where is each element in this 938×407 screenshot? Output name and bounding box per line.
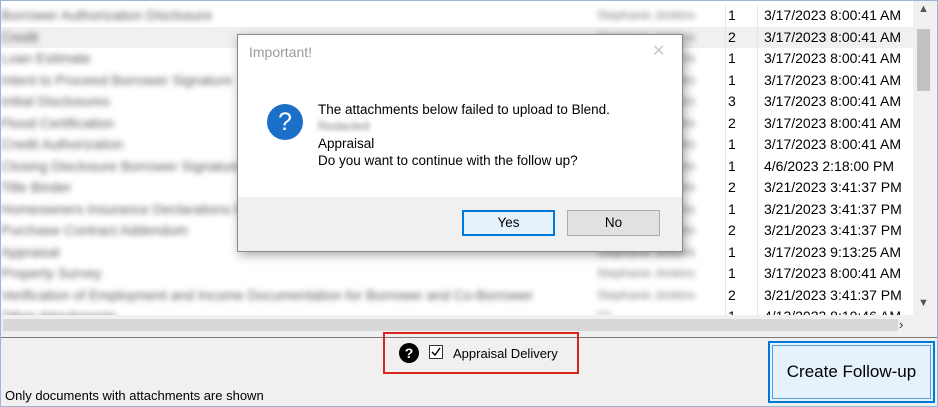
count-cell: 2	[725, 284, 758, 306]
document-name-cell: Property Survey	[1, 265, 102, 281]
scroll-up-arrow-icon[interactable]: ▲	[918, 3, 929, 15]
date-cell: 4/13/2023 8:10:46 AM	[757, 306, 913, 315]
dialog-message-line4: Do you want to continue with the follow …	[318, 153, 578, 168]
follow-up-window: Borrower Authorization Disclosure Stephan…	[0, 0, 938, 407]
count-cell: 1	[725, 241, 758, 263]
vertical-scroll-thumb[interactable]	[917, 29, 930, 91]
scroll-right-arrow-icon[interactable]: ›	[899, 317, 903, 332]
table-row[interactable]: Property Survey Stephanie Jenkins 1 3/17/20…	[1, 263, 913, 285]
user-cell: Stephanie Jenkins	[597, 266, 696, 280]
date-cell: 3/17/2023 8:00:41 AM	[757, 26, 913, 48]
create-button-focus-ring	[772, 345, 931, 399]
attachments-note: Only documents with attachments are show…	[5, 388, 264, 403]
count-cell: 1	[725, 48, 758, 70]
count-cell: 1	[725, 263, 758, 285]
date-cell: 4/6/2023 2:18:00 PM	[757, 155, 913, 177]
count-cell: 1	[725, 306, 758, 315]
horizontal-scroll-thumb[interactable]	[3, 319, 898, 331]
vertical-scrollbar[interactable]: ▲ ▼	[913, 1, 935, 315]
date-cell: 3/17/2023 8:00:41 AM	[757, 263, 913, 285]
dialog-message-line3: Appraisal	[318, 136, 375, 151]
question-icon: ?	[267, 104, 303, 140]
date-cell: 3/17/2023 9:13:25 AM	[757, 241, 913, 263]
dialog-title: Important!	[249, 44, 313, 60]
count-cell: 1	[725, 155, 758, 177]
document-name-cell: Other Attachments	[1, 306, 589, 315]
dialog-message-line1: The attachments below failed to upload t…	[318, 102, 610, 117]
important-dialog: Important! ✕ ? The attachments below fai…	[237, 34, 683, 252]
date-cell: 3/17/2023 8:00:41 AM	[757, 134, 913, 156]
count-cell: 2	[725, 112, 758, 134]
dialog-blurred-item: Redacted	[318, 119, 370, 133]
table-row[interactable]: Borrower Authorization Disclosure Stephan…	[1, 5, 913, 27]
scroll-down-arrow-icon[interactable]: ▼	[918, 297, 929, 309]
appraisal-delivery-checkbox[interactable]	[429, 345, 443, 359]
user-cell: Stephanie Jenkins	[597, 287, 696, 302]
count-cell: 2	[725, 177, 758, 199]
count-cell: 1	[725, 69, 758, 91]
count-cell: 3	[725, 91, 758, 113]
table-row[interactable]: Other Attachments *** 14/13/2023 8:10:46 A…	[1, 306, 913, 315]
count-cell: 1	[725, 198, 758, 220]
checkmark-icon	[431, 347, 441, 357]
table-row[interactable]: Verification of Employment and Income Do…	[1, 284, 913, 306]
close-icon[interactable]: ✕	[652, 41, 665, 61]
document-name-cell: Borrower Authorization Disclosure	[1, 7, 212, 23]
count-cell: 1	[725, 5, 758, 27]
user-cell: Stephanie Jenkins	[597, 8, 696, 22]
appraisal-delivery-label[interactable]: Appraisal Delivery	[453, 346, 558, 361]
date-cell: 3/17/2023 8:00:41 AM	[757, 48, 913, 70]
count-cell: 1	[725, 134, 758, 156]
dialog-button-bar: Yes No	[238, 197, 682, 251]
date-cell: 3/21/2023 3:41:37 PM	[757, 198, 913, 220]
no-button[interactable]: No	[567, 210, 660, 236]
count-cell: 2	[725, 220, 758, 242]
date-cell: 3/17/2023 8:00:41 AM	[757, 112, 913, 134]
date-cell: 3/17/2023 8:00:41 AM	[757, 69, 913, 91]
create-follow-up-button[interactable]: Create Follow-up	[768, 341, 935, 403]
yes-button[interactable]: Yes	[462, 210, 555, 236]
user-cell: ***	[597, 306, 709, 315]
date-cell: 3/17/2023 8:00:41 AM	[757, 91, 913, 113]
count-cell: 2	[725, 26, 758, 48]
help-icon[interactable]: ?	[399, 343, 419, 363]
date-cell: 3/17/2023 8:00:41 AM	[757, 5, 913, 27]
document-name-cell: Verification of Employment and Income Do…	[1, 286, 534, 303]
date-cell: 3/21/2023 3:41:37 PM	[757, 284, 913, 306]
date-cell: 3/21/2023 3:41:37 PM	[757, 220, 913, 242]
date-cell: 3/21/2023 3:41:37 PM	[757, 177, 913, 199]
